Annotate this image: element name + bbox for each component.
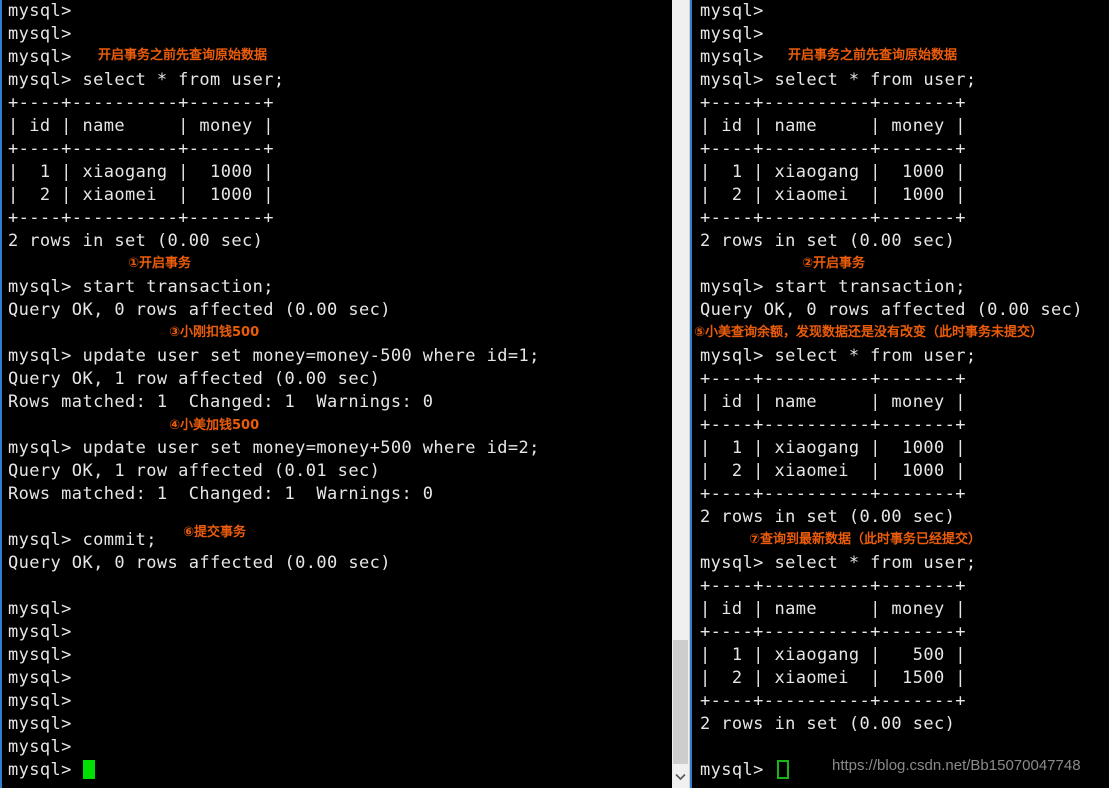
terminal-left-cursor <box>83 760 95 779</box>
terminal-line: +----+----------+-------+ <box>700 622 966 642</box>
terminal-line: Rows matched: 1 Changed: 1 Warnings: 0 <box>8 392 434 412</box>
terminal-line: mysql> select * from user; <box>700 346 977 366</box>
terminal-line: mysql> <box>8 714 72 734</box>
terminal-line: Rows matched: 1 Changed: 1 Warnings: 0 <box>8 484 434 504</box>
terminal-line: mysql> update user set money=money+500 w… <box>8 438 540 458</box>
terminal-line: | 2 | xiaomei | 1000 | <box>700 185 966 205</box>
annotation-label: 开启事务之前先查询原始数据 <box>788 48 958 63</box>
terminal-line: mysql> update user set money=money-500 w… <box>8 346 540 366</box>
terminal-line: | 1 | xiaogang | 1000 | <box>8 162 274 182</box>
terminal-line: mysql> commit; <box>8 530 157 550</box>
terminal-left-output: mysql> mysql> mysql> mysql> select * from u… <box>8 0 540 782</box>
terminal-line: 2 rows in set (0.00 sec) <box>700 231 956 251</box>
terminal-line: +----+----------+-------+ <box>700 576 966 596</box>
terminal-line: +----+----------+-------+ <box>700 369 966 389</box>
annotation-label: ①开启事务 <box>128 256 192 271</box>
terminal-panel-left[interactable]: mysql> mysql> mysql> mysql> select * from u… <box>0 0 672 788</box>
terminal-line: mysql> <box>8 645 72 665</box>
terminal-panel-right[interactable]: mysql> mysql> mysql> mysql> select * from u… <box>690 0 1109 788</box>
terminal-line: 2 rows in set (0.00 sec) <box>8 231 264 251</box>
terminal-line: | 2 | xiaomei | 1000 | <box>8 185 274 205</box>
annotation-label: ②开启事务 <box>802 256 866 271</box>
terminal-line: mysql> <box>8 599 72 619</box>
annotation-label: ⑥提交事务 <box>183 525 247 540</box>
annotation-label: ⑤小美查询余额，发现数据还是没有改变（此时事务未提交） <box>694 325 1044 340</box>
terminal-line: +----+----------+-------+ <box>700 208 966 228</box>
scrollbar-thumb[interactable] <box>673 640 688 764</box>
terminal-line: Query OK, 1 row affected (0.00 sec) <box>8 369 381 389</box>
terminal-line: mysql> select * from user; <box>700 70 977 90</box>
terminal-line: Query OK, 0 rows affected (0.00 sec) <box>8 300 391 320</box>
terminal-line: +----+----------+-------+ <box>700 415 966 435</box>
annotation-label: ③小刚扣钱500 <box>169 325 260 340</box>
terminal-line: mysql> start transaction; <box>700 277 966 297</box>
terminal-line: 2 rows in set (0.00 sec) <box>700 507 956 527</box>
terminal-line: mysql> <box>8 24 72 44</box>
terminal-line: +----+----------+-------+ <box>700 484 966 504</box>
terminal-line: mysql> <box>8 1 72 21</box>
terminal-line: Query OK, 0 rows affected (0.00 sec) <box>8 553 391 573</box>
terminal-line: | 1 | xiaogang | 500 | <box>700 645 966 665</box>
terminal-line: Query OK, 1 row affected (0.01 sec) <box>8 461 381 481</box>
scrollbar-down-button[interactable] <box>672 765 689 788</box>
watermark-url: https://blog.csdn.net/Bb15070047748 <box>832 757 1081 774</box>
terminal-line: mysql> <box>700 1 764 21</box>
vertical-scrollbar[interactable] <box>672 0 690 788</box>
terminal-right-output: mysql> mysql> mysql> mysql> select * from u… <box>700 0 1083 782</box>
terminal-line: mysql> select * from user; <box>8 70 285 90</box>
terminal-line: 2 rows in set (0.00 sec) <box>700 714 956 734</box>
annotation-label: 开启事务之前先查询原始数据 <box>98 48 268 63</box>
terminal-line: | 1 | xiaogang | 1000 | <box>700 162 966 182</box>
terminal-line: mysql> start transaction; <box>8 277 274 297</box>
terminal-line: | 2 | xiaomei | 1500 | <box>700 668 966 688</box>
terminal-line: mysql> select * from user; <box>700 553 977 573</box>
terminal-right-cursor <box>777 760 789 779</box>
terminal-line: mysql> <box>8 47 72 67</box>
annotation-label: ④小美加钱500 <box>169 418 260 433</box>
terminal-line: | 1 | xiaogang | 1000 | <box>700 438 966 458</box>
terminal-line: +----+----------+-------+ <box>700 139 966 159</box>
terminal-line: mysql> <box>8 691 72 711</box>
annotation-label: ⑦查询到最新数据（此时事务已经提交） <box>749 532 982 547</box>
terminal-line: mysql> <box>700 24 764 44</box>
terminal-line: mysql> <box>8 622 72 642</box>
terminal-line: | id | name | money | <box>8 116 274 136</box>
terminal-line: | 2 | xiaomei | 1000 | <box>700 461 966 481</box>
terminal-line: | id | name | money | <box>700 599 966 619</box>
terminal-line: +----+----------+-------+ <box>700 93 966 113</box>
terminal-line: +----+----------+-------+ <box>8 93 274 113</box>
terminal-line: mysql> <box>8 668 72 688</box>
terminal-line: +----+----------+-------+ <box>8 208 274 228</box>
terminal-line: +----+----------+-------+ <box>8 139 274 159</box>
chevron-down-icon <box>675 773 686 781</box>
screen-root: mysql> mysql> mysql> mysql> select * from u… <box>0 0 1109 788</box>
terminal-line: mysql> <box>8 737 72 757</box>
terminal-line: +----+----------+-------+ <box>700 691 966 711</box>
terminal-line: | id | name | money | <box>700 392 966 412</box>
terminal-line: Query OK, 0 rows affected (0.00 sec) <box>700 300 1083 320</box>
terminal-line: | id | name | money | <box>700 116 966 136</box>
